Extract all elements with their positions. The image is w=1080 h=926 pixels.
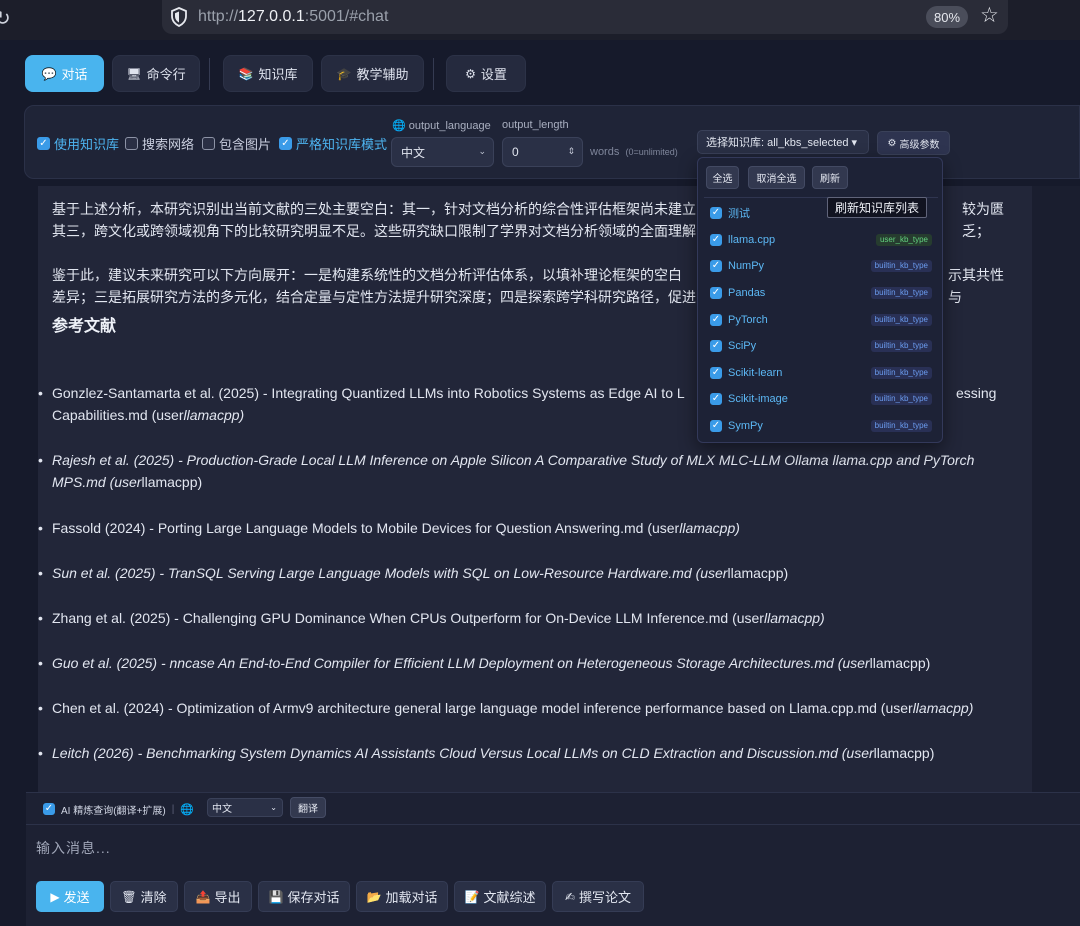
kb-type-badge: builtin_kb_type	[870, 420, 932, 432]
kb-type-badge: builtin_kb_type	[870, 367, 932, 379]
clear-button[interactable]: 🗑 清除	[110, 881, 178, 912]
graduation-cap-icon: 🎓	[336, 66, 352, 81]
refine-language-select[interactable]: 中文 ⌄	[207, 798, 283, 817]
kb-type-badge: builtin_kb_type	[870, 260, 932, 272]
kb-type-badge: builtin_kb_type	[870, 340, 932, 352]
browser-toolbar: ↻ http://127.0.0.1:5001/#chat 80% ☆	[0, 0, 1080, 40]
check-icon: ✓	[710, 393, 722, 405]
monitor-icon: 🖥	[126, 66, 142, 81]
url-text: http://127.0.0.1:5001/#chat	[198, 8, 389, 25]
folder-icon: 📂	[366, 889, 382, 904]
kb-item-pandas[interactable]: ✓ Pandas builtin_kb_type	[710, 283, 932, 303]
advanced-params-button[interactable]: ⚙ 高级参数	[877, 131, 950, 155]
deselect-all-button[interactable]: 取消全选	[748, 166, 805, 189]
save-chat-button[interactable]: 💾 保存对话	[258, 881, 350, 912]
tab-settings[interactable]: ⚙ 设置	[446, 55, 526, 92]
load-chat-button[interactable]: 📂 加载对话	[356, 881, 448, 912]
check-icon: ✓	[710, 287, 722, 299]
books-icon: 📚	[238, 66, 254, 81]
kb-item-pytorch[interactable]: ✓ PyTorch builtin_kb_type	[710, 310, 932, 330]
literature-review-button[interactable]: 📝 文献综述	[454, 881, 546, 912]
refresh-kb-button[interactable]: 刷新	[812, 166, 848, 189]
chevron-down-icon: ⌄	[270, 803, 277, 812]
chevron-down-icon: ⌄	[478, 146, 486, 156]
trash-icon: 🗑	[121, 889, 137, 904]
kb-type-badge: builtin_kb_type	[870, 314, 932, 326]
check-icon: ✓	[710, 314, 722, 326]
tab-label: 命令行	[146, 67, 186, 82]
play-icon: ▶	[50, 889, 60, 904]
speech-bubble-icon: 💬	[41, 66, 57, 81]
check-icon: ✓	[710, 260, 722, 272]
chat-scroll-gutter	[1032, 186, 1080, 792]
zoom-badge[interactable]: 80%	[926, 6, 968, 28]
refine-query-checkbox[interactable]: ✓	[43, 803, 55, 815]
use-kb-checkbox[interactable]: ✓ 使用知识库	[37, 134, 119, 153]
tab-divider	[433, 58, 434, 90]
output-length-label: output_length	[502, 119, 569, 131]
refine-query-row: ✓ AI 精炼查询(翻译+扩展) | 🌐	[43, 803, 195, 817]
check-icon: ✓	[710, 420, 722, 432]
strict-kb-checkbox[interactable]: ✓ 严格知识库模式	[279, 134, 387, 153]
output-language-select[interactable]: 中文 ⌄	[391, 137, 494, 167]
save-icon: 💾	[268, 889, 284, 904]
tab-label: 知识库	[258, 67, 298, 82]
kb-item-llamacpp[interactable]: ✓ llama.cpp user_kb_type	[710, 230, 932, 250]
writing-hand-icon: ✍	[564, 889, 576, 904]
check-icon: ✓	[710, 234, 722, 246]
tab-label: 设置	[480, 67, 507, 82]
kb-select-dropdown[interactable]: 选择知识库: all_kbs_selected ▾	[697, 130, 869, 154]
kb-item-scikit-learn[interactable]: ✓ Scikit-learn builtin_kb_type	[710, 363, 932, 383]
select-all-button[interactable]: 全选	[706, 166, 739, 189]
output-language-label: 🌐 output_language	[392, 120, 491, 132]
shield-icon	[171, 7, 187, 27]
kb-item-numpy[interactable]: ✓ NumPy builtin_kb_type	[710, 256, 932, 276]
check-icon: ✓	[710, 367, 722, 379]
kb-item-scikit-image[interactable]: ✓ Scikit-image builtin_kb_type	[710, 389, 932, 409]
message-input[interactable]	[26, 826, 1080, 870]
include-images-checkbox[interactable]: 包含图片	[202, 134, 271, 153]
kb-type-badge: builtin_kb_type	[870, 287, 932, 299]
search-web-checkbox[interactable]: 搜索网络	[125, 134, 194, 153]
words-hint: words (0=unlimited)	[590, 146, 678, 158]
check-icon: ✓	[710, 340, 722, 352]
check-icon: ✓	[710, 207, 722, 219]
kb-type-badge: user_kb_type	[875, 234, 932, 246]
export-icon: 📤	[195, 889, 211, 904]
tab-chat[interactable]: 💬 对话	[25, 55, 104, 92]
references-heading: 参考文献	[52, 318, 117, 335]
tab-command-line[interactable]: 🖥 命令行	[112, 55, 200, 92]
tab-teaching[interactable]: 🎓 教学辅助	[321, 55, 424, 92]
tab-divider	[209, 58, 210, 90]
export-button[interactable]: 📤 导出	[184, 881, 252, 912]
composer-divider	[26, 824, 1080, 825]
memo-icon: 📝	[464, 889, 480, 904]
refresh-tooltip: 刷新知识库列表	[827, 197, 927, 218]
stepper-arrows-icon[interactable]: ⇕	[567, 146, 575, 157]
globe-icon: 🌐	[180, 803, 195, 816]
tab-knowledge-base[interactable]: 📚 知识库	[223, 55, 313, 92]
reload-icon[interactable]: ↻	[0, 6, 11, 31]
kb-item-sympy[interactable]: ✓ SymPy builtin_kb_type	[710, 416, 932, 436]
tab-label: 教学辅助	[356, 67, 409, 82]
check-icon: ✓	[279, 137, 292, 150]
write-paper-button[interactable]: ✍ 撰写论文	[552, 881, 644, 912]
tab-label: 对话	[61, 67, 88, 82]
gear-icon: ⚙	[465, 66, 476, 81]
kb-type-badge: builtin_kb_type	[870, 393, 932, 405]
translate-button[interactable]: 翻译	[290, 797, 326, 818]
bookmark-star-icon[interactable]: ☆	[980, 3, 999, 28]
check-icon: ✓	[37, 137, 50, 150]
globe-icon: 🌐	[392, 120, 406, 132]
address-bar[interactable]: http://127.0.0.1:5001/#chat 80% ☆	[162, 0, 1008, 34]
output-length-stepper[interactable]: 0 ⇕	[502, 137, 583, 167]
kb-item-scipy[interactable]: ✓ SciPy builtin_kb_type	[710, 336, 932, 356]
send-button[interactable]: ▶ 发送	[36, 881, 104, 912]
gear-icon: ⚙	[887, 137, 897, 149]
